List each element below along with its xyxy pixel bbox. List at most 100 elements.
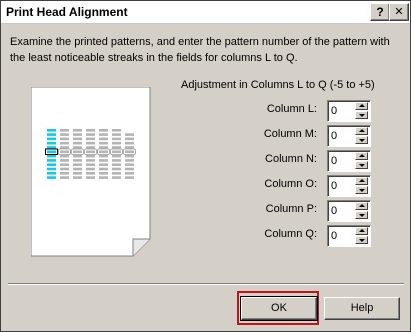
ok-button[interactable]: OK (240, 296, 318, 321)
close-button[interactable]: ✕ (389, 3, 409, 21)
gray-pattern-bar (125, 176, 134, 179)
spin-up-arrow-icon[interactable] (355, 102, 368, 110)
spin-buttons (355, 152, 369, 170)
title-bar: Print Head Alignment ? ✕ (1, 1, 410, 24)
spin-buttons (355, 102, 369, 120)
gray-pattern-bar (99, 176, 108, 179)
separator-highlight (8, 284, 404, 285)
cyan-pattern-bar (47, 167, 56, 171)
spin-down-arrow-icon[interactable] (355, 111, 368, 119)
gray-pattern-bar (73, 176, 82, 179)
cyan-pattern-bar (47, 137, 56, 141)
cyan-pattern-bar (47, 133, 56, 136)
column-value-input[interactable] (331, 229, 353, 243)
column-spinbox[interactable] (327, 200, 371, 222)
gray-pattern-bar (73, 163, 82, 166)
gray-pattern-bar (86, 154, 95, 158)
gray-pattern-bar (60, 141, 69, 145)
spin-down-arrow-icon[interactable] (355, 161, 368, 169)
column-value-input[interactable] (331, 104, 353, 118)
column-spinbox[interactable] (327, 125, 371, 147)
gray-pattern-bar (125, 163, 134, 166)
spin-buttons (355, 177, 369, 195)
gray-pattern-bar (86, 176, 95, 179)
column-label: Column Q: (264, 228, 317, 240)
gray-pattern-bar (125, 154, 134, 158)
gray-pattern-bar (99, 150, 108, 154)
cyan-pattern-bar (47, 141, 56, 145)
gray-pattern-bar (73, 167, 82, 171)
spin-up-arrow-icon[interactable] (355, 202, 368, 210)
gray-pattern-bar (86, 167, 95, 171)
column-value-input[interactable] (331, 179, 353, 193)
column-spinbox[interactable] (327, 175, 371, 197)
spin-up-arrow-icon[interactable] (355, 127, 368, 135)
paper-sheet-image (31, 87, 151, 257)
gray-pattern-bar (60, 154, 69, 158)
column-label: Column M: (263, 128, 317, 140)
gray-pattern-bar (60, 172, 69, 175)
help-button[interactable]: Help (324, 297, 400, 320)
spin-down-arrow-icon[interactable] (355, 236, 368, 244)
gray-pattern-bar (125, 133, 134, 136)
gray-pattern-bar (99, 137, 108, 141)
gray-pattern-bar (86, 137, 95, 141)
cyan-pattern-bar (47, 150, 56, 154)
column-spinbox[interactable] (327, 100, 371, 122)
gray-pattern-bar (60, 163, 69, 166)
gray-pattern-bar (99, 133, 108, 136)
gray-pattern-bar (73, 146, 82, 149)
gray-pattern-bar (60, 137, 69, 141)
gray-pattern-bar (99, 167, 108, 171)
column-label: Column N: (265, 153, 317, 165)
gray-pattern-bar (73, 137, 82, 141)
column-value-input[interactable] (331, 154, 353, 168)
gray-pattern-bar (86, 159, 95, 162)
column-label: Column L: (266, 103, 317, 115)
gray-pattern-bar (60, 150, 69, 154)
column-value-input[interactable] (331, 129, 353, 143)
gray-pattern-bar (125, 141, 134, 145)
cyan-pattern-bar (47, 172, 56, 175)
gray-pattern-bar (112, 150, 121, 154)
gray-pattern-bar (73, 172, 82, 175)
gray-pattern-bar (99, 154, 108, 158)
gray-pattern-bar (73, 141, 82, 145)
instructions-text: Examine the printed patterns, and enter … (10, 36, 390, 64)
cyan-pattern-bar (47, 163, 56, 166)
spin-buttons (355, 127, 369, 145)
gray-pattern-bar (112, 129, 121, 132)
gray-pattern-bar (112, 133, 121, 136)
gray-pattern-bar (86, 129, 95, 132)
gray-pattern-bar (73, 133, 82, 136)
gray-pattern-bar (112, 146, 121, 149)
column-value-input[interactable] (331, 204, 353, 218)
gray-pattern-bar (112, 141, 121, 145)
column-spinbox[interactable] (327, 150, 371, 172)
gray-pattern-bar (99, 141, 108, 145)
print-head-alignment-dialog: Print Head Alignment ? ✕ Examine the pri… (0, 0, 411, 332)
gray-pattern-bar (73, 150, 82, 154)
spin-down-arrow-icon[interactable] (355, 186, 368, 194)
gray-pattern-bar (60, 146, 69, 149)
gray-pattern-bar (125, 146, 134, 149)
gray-pattern-bar (125, 159, 134, 162)
gray-pattern-bar (86, 141, 95, 145)
spin-up-arrow-icon[interactable] (355, 177, 368, 185)
spin-buttons (355, 227, 369, 245)
cyan-pattern-bar (47, 159, 56, 162)
column-spinbox[interactable] (327, 225, 371, 247)
spin-up-arrow-icon[interactable] (355, 227, 368, 235)
spin-down-arrow-icon[interactable] (355, 211, 368, 219)
gray-pattern-bar (99, 129, 108, 132)
gray-pattern-bar (112, 167, 121, 171)
gray-pattern-bar (125, 167, 134, 171)
title-help-button[interactable]: ? (370, 3, 390, 21)
cyan-pattern-bar (47, 129, 56, 132)
gray-pattern-bar (112, 176, 121, 179)
gray-pattern-bar (112, 154, 121, 158)
spin-up-arrow-icon[interactable] (355, 152, 368, 160)
gray-pattern-bar (86, 163, 95, 166)
spin-down-arrow-icon[interactable] (355, 136, 368, 144)
gray-pattern-bar (60, 167, 69, 171)
